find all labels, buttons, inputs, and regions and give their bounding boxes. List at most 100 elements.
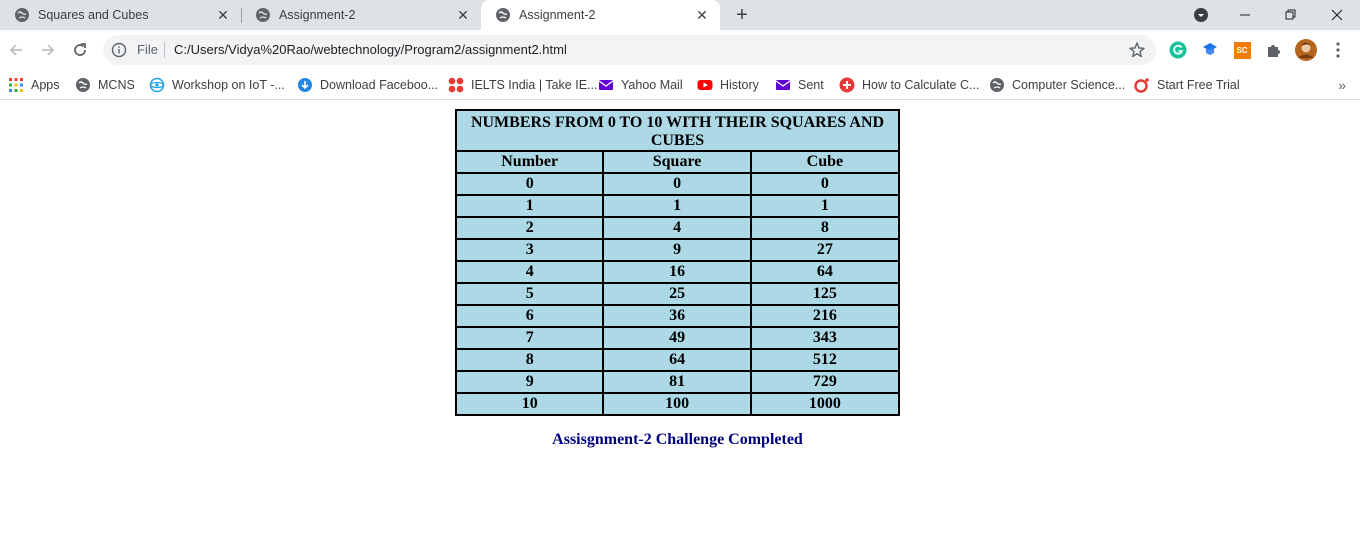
globe-icon (75, 77, 91, 93)
puzzle-icon[interactable] (1264, 40, 1284, 60)
mail-icon (775, 77, 791, 93)
bookmark-sent[interactable]: Sent (775, 74, 824, 96)
table-row: 111 (454, 194, 901, 218)
table-row: 10 100 1000 (454, 392, 901, 416)
grammarly-icon[interactable] (1168, 40, 1188, 60)
profile-avatar[interactable] (1295, 39, 1317, 61)
globe-icon (495, 7, 511, 23)
bookmark-label: Workshop on IoT -... (172, 78, 285, 92)
menu-kebab-icon[interactable] (1328, 40, 1348, 60)
number-cell: 7 (454, 326, 605, 350)
tab-squares-and-cubes[interactable]: Squares and Cubes ✕ (0, 0, 241, 30)
chevron-double-right-icon[interactable]: » (1338, 77, 1346, 93)
square-cell: 0 (602, 172, 752, 196)
bookmark-label: Apps (31, 78, 60, 92)
close-icon (1331, 9, 1343, 21)
number-cell: 8 (454, 348, 605, 372)
minimize-button[interactable] (1222, 0, 1268, 30)
workshop-icon (149, 77, 165, 93)
bookmark-label: IELTS India | Take IE... (471, 78, 598, 92)
cube-cell: 64 (749, 260, 901, 284)
tab-strip: Squares and Cubes ✕ Assignment-2 ✕ Assig… (0, 0, 1360, 30)
close-icon[interactable]: ✕ (215, 7, 231, 23)
bookmark-label: Computer Science... (1012, 78, 1126, 92)
table-row: 4 16 64 (454, 260, 901, 284)
cube-cell: 343 (749, 326, 901, 350)
bookmark-label: Download Faceboo... (320, 78, 439, 92)
omnibox-divider (164, 42, 165, 58)
squares-cubes-table: NUMBERS FROM 0 TO 10 WITH THEIR SQUARES … (454, 109, 901, 416)
square-cell: 81 (602, 370, 752, 394)
restore-button[interactable] (1268, 0, 1314, 30)
column-header: Square (602, 150, 752, 174)
sc-extension-icon[interactable]: SC (1232, 40, 1252, 60)
page-content: NUMBERS FROM 0 TO 10 WITH THEIR SQUARES … (0, 101, 1360, 554)
back-button[interactable] (2, 36, 30, 64)
table-row: 7 49 343 (454, 326, 901, 350)
close-window-button[interactable] (1314, 0, 1360, 30)
bookmark-label: MCNS (98, 78, 135, 92)
tab-assignment-2[interactable]: Assignment-2 ✕ (241, 0, 481, 30)
bookmark-history[interactable]: History (697, 74, 759, 96)
close-icon[interactable]: ✕ (694, 7, 710, 23)
bookmark-start-free-trial[interactable]: Start Free Trial (1134, 74, 1240, 96)
bookmark-workshop-iot[interactable]: Workshop on IoT -... (149, 74, 285, 96)
number-cell: 5 (454, 282, 605, 306)
cube-cell: 512 (749, 348, 901, 372)
bookmark-label: Start Free Trial (1157, 78, 1240, 92)
bookmarks-bar: Apps MCNS Workshop on IoT -... Download … (0, 70, 1360, 100)
number-cell: 6 (454, 304, 605, 328)
bookmark-apps[interactable]: Apps (8, 74, 60, 96)
globe-icon (14, 7, 30, 23)
sc-badge: SC (1233, 41, 1251, 59)
arrow-left-icon (9, 44, 22, 56)
bookmark-label: Sent (798, 78, 824, 92)
cube-cell: 1000 (749, 392, 901, 416)
chevron-down-icon (1194, 8, 1208, 22)
square-cell: 64 (602, 348, 752, 372)
table-row: 8 64 512 (454, 348, 901, 372)
column-header: Cube (749, 150, 901, 174)
star-icon[interactable] (1128, 41, 1146, 59)
bookmark-label: History (720, 78, 759, 92)
square-cell: 16 (602, 260, 752, 284)
forward-button[interactable] (34, 36, 62, 64)
bookmark-ielts[interactable]: IELTS India | Take IE... (448, 74, 597, 96)
address-bar[interactable]: File C:/Users/Vidya%20Rao/webtechnology/… (103, 35, 1156, 65)
table-header-row: Number Square Cube (454, 150, 901, 174)
square-cell: 9 (602, 238, 752, 262)
tab-search-button[interactable] (1178, 0, 1224, 30)
table-caption: NUMBERS FROM 0 TO 10 WITH THEIR SQUARES … (455, 109, 900, 152)
number-cell: 2 (454, 216, 605, 240)
close-icon[interactable]: ✕ (455, 7, 471, 23)
url-text[interactable]: C:/Users/Vidya%20Rao/webtechnology/Progr… (174, 42, 567, 57)
table-row: 000 (454, 172, 901, 196)
bookmark-download-facebook[interactable]: Download Faceboo... (297, 74, 438, 96)
column-header: Number (454, 150, 605, 174)
bookmark-yahoo-mail[interactable]: Yahoo Mail (598, 74, 683, 96)
reload-button[interactable] (66, 36, 94, 64)
info-icon[interactable] (111, 42, 127, 58)
minimize-icon (1240, 14, 1250, 16)
square-cell: 1 (602, 194, 752, 218)
globe-icon (255, 7, 271, 23)
bookmark-how-to-calculate[interactable]: How to Calculate C... (839, 74, 979, 96)
bookmark-label: Yahoo Mail (621, 78, 683, 92)
bookmark-computer-science[interactable]: Computer Science... (989, 74, 1125, 96)
square-cell: 4 (602, 216, 752, 240)
extension-blue-icon[interactable] (1200, 40, 1220, 60)
cube-cell: 216 (749, 304, 901, 328)
globe-icon (989, 77, 1005, 93)
cube-cell: 729 (749, 370, 901, 394)
new-tab-button[interactable]: + (731, 4, 753, 26)
download-icon (297, 77, 313, 93)
youtube-icon (697, 77, 713, 93)
tab-assignment-2-active[interactable]: Assignment-2 ✕ (481, 0, 720, 30)
cube-cell: 8 (749, 216, 901, 240)
scheme-label: File (137, 42, 158, 57)
bookmark-mcns[interactable]: MCNS (75, 74, 135, 96)
number-cell: 3 (454, 238, 605, 262)
number-cell: 4 (454, 260, 605, 284)
browser-toolbar: File C:/Users/Vidya%20Rao/webtechnology/… (0, 30, 1360, 70)
cube-cell: 27 (749, 238, 901, 262)
